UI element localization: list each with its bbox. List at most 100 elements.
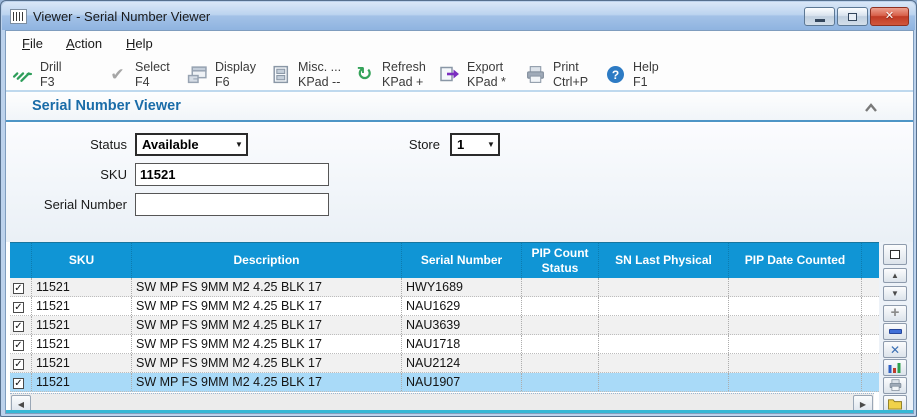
table-row[interactable]: ✓ 11521 SW MP FS 9MM M2 4.25 BLK 17 NAU1… <box>10 335 879 354</box>
cell-sn-last-physical <box>599 335 729 353</box>
barcode-icon <box>10 9 27 24</box>
cell-sn-last-physical <box>599 316 729 334</box>
toolbar: DrillF3 ✔ SelectF4 DisplayF6 <box>6 57 913 92</box>
cell-pip-date-counted <box>729 297 862 315</box>
toolbar-label: Misc. ... <box>298 60 341 74</box>
maximize-grid-button[interactable] <box>883 244 907 265</box>
restore-icon <box>848 13 857 21</box>
row-checkbox[interactable]: ✓ <box>13 340 24 351</box>
print-grid-button[interactable] <box>883 377 907 394</box>
cell-description: SW MP FS 9MM M2 4.25 BLK 17 <box>132 316 402 334</box>
restore-button[interactable] <box>837 7 868 26</box>
add-button[interactable]: + <box>883 305 907 322</box>
row-checkbox[interactable]: ✓ <box>13 302 24 313</box>
cell-serial: NAU1718 <box>402 335 522 353</box>
cell-pip-date-counted <box>729 316 862 334</box>
cell-sku: 11521 <box>32 335 132 353</box>
cell-filler <box>862 297 879 315</box>
status-dropdown[interactable]: Available ▼ <box>135 133 248 156</box>
cell-sn-last-physical <box>599 297 729 315</box>
store-dropdown[interactable]: 1 ▼ <box>450 133 500 156</box>
header-serial-number[interactable]: Serial Number <box>402 243 522 278</box>
export-arrow-icon <box>439 64 460 85</box>
menu-file[interactable]: File <box>18 31 47 57</box>
cell-description: SW MP FS 9MM M2 4.25 BLK 17 <box>132 373 402 391</box>
cell-pip-date-counted <box>729 373 862 391</box>
toolbar-misc-button[interactable]: Misc. ...KPad -- <box>270 60 341 89</box>
serial-number-input[interactable] <box>135 193 329 216</box>
cell-filler <box>862 335 879 353</box>
table-row-selected[interactable]: ✓ 11521 SW MP FS 9MM M2 4.25 BLK 17 NAU1… <box>10 373 879 392</box>
toolbar-help-button[interactable]: ? HelpF1 <box>605 60 659 89</box>
status-value: Available <box>137 137 232 152</box>
cell-description: SW MP FS 9MM M2 4.25 BLK 17 <box>132 278 402 296</box>
arrow-down-icon: ▼ <box>891 289 899 298</box>
minimize-icon <box>815 19 825 22</box>
delete-button[interactable]: ✕ <box>883 341 907 358</box>
bar-chart-icon <box>887 361 903 374</box>
chevron-up-icon[interactable] <box>863 101 879 113</box>
cell-sku: 11521 <box>32 354 132 372</box>
table-row[interactable]: ✓ 11521 SW MP FS 9MM M2 4.25 BLK 17 HWY1… <box>10 278 879 297</box>
cell-serial: NAU3639 <box>402 316 522 334</box>
toolbar-shortcut: F6 <box>215 75 230 89</box>
chart-button[interactable] <box>883 359 907 376</box>
grid-header-row: SKU Description Serial Number PIP Count … <box>10 242 879 278</box>
cell-pip-count-status <box>522 354 599 372</box>
cell-pip-date-counted <box>729 335 862 353</box>
toolbar-refresh-button[interactable]: ↻ RefreshKPad + <box>354 60 426 89</box>
minus-button[interactable] <box>883 323 907 340</box>
sku-input[interactable] <box>135 163 329 186</box>
toolbar-print-button[interactable]: PrintCtrl+P <box>525 60 588 89</box>
cell-sku: 11521 <box>32 278 132 296</box>
serial-grid: SKU Description Serial Number PIP Count … <box>10 242 879 392</box>
window-content: File Action Help DrillF3 ✔ SelectF4 <box>5 30 914 414</box>
cell-description: SW MP FS 9MM M2 4.25 BLK 17 <box>132 354 402 372</box>
row-checkbox[interactable]: ✓ <box>13 321 24 332</box>
toolbar-shortcut: KPad -- <box>298 75 340 89</box>
refresh-icon: ↻ <box>354 64 375 85</box>
row-checkbox[interactable]: ✓ <box>13 378 24 389</box>
toolbar-label: Refresh <box>382 60 426 74</box>
vscroll-down-button[interactable]: ▼ <box>883 286 907 301</box>
app-window: Viewer - Serial Number Viewer ✕ File Act… <box>0 0 917 417</box>
toolbar-export-button[interactable]: ExportKPad * <box>439 60 506 89</box>
row-checkbox[interactable]: ✓ <box>13 283 24 294</box>
cell-description: SW MP FS 9MM M2 4.25 BLK 17 <box>132 297 402 315</box>
cell-filler <box>862 278 879 296</box>
header-sn-last-physical[interactable]: SN Last Physical <box>599 243 729 278</box>
cell-pip-count-status <box>522 297 599 315</box>
store-value: 1 <box>452 137 484 152</box>
help-icon: ? <box>605 64 626 85</box>
cell-pip-date-counted <box>729 278 862 296</box>
checkmark-icon: ✔ <box>107 64 128 85</box>
header-filler <box>862 243 879 278</box>
close-button[interactable]: ✕ <box>870 7 909 26</box>
toolbar-shortcut: Ctrl+P <box>553 75 588 89</box>
table-row[interactable]: ✓ 11521 SW MP FS 9MM M2 4.25 BLK 17 NAU1… <box>10 297 879 316</box>
header-description[interactable]: Description <box>132 243 402 278</box>
toolbar-display-button[interactable]: DisplayF6 <box>187 60 256 89</box>
header-sku[interactable]: SKU <box>32 243 132 278</box>
header-pip-date-counted[interactable]: PIP Date Counted <box>729 243 862 278</box>
toolbar-drill-button[interactable]: DrillF3 <box>12 60 62 89</box>
row-checkbox[interactable]: ✓ <box>13 359 24 370</box>
menu-action[interactable]: Action <box>62 31 106 57</box>
table-row[interactable]: ✓ 11521 SW MP FS 9MM M2 4.25 BLK 17 NAU2… <box>10 354 879 373</box>
cell-serial: NAU1629 <box>402 297 522 315</box>
table-row[interactable]: ✓ 11521 SW MP FS 9MM M2 4.25 BLK 17 NAU3… <box>10 316 879 335</box>
cell-pip-count-status <box>522 335 599 353</box>
toolbar-shortcut: KPad + <box>382 75 423 89</box>
header-pip-count-status[interactable]: PIP Count Status <box>522 243 599 278</box>
cell-pip-count-status <box>522 316 599 334</box>
menu-help[interactable]: Help <box>122 31 157 57</box>
sku-label: SKU <box>6 163 127 187</box>
export-file-icon <box>887 397 903 410</box>
window-title: Viewer - Serial Number Viewer <box>33 9 210 24</box>
cell-sn-last-physical <box>599 278 729 296</box>
cell-pip-date-counted <box>729 354 862 372</box>
toolbar-select-button[interactable]: ✔ SelectF4 <box>107 60 170 89</box>
vscroll-up-button[interactable]: ▲ <box>883 268 907 283</box>
arrow-up-icon: ▲ <box>891 271 899 280</box>
minimize-button[interactable] <box>804 7 835 26</box>
